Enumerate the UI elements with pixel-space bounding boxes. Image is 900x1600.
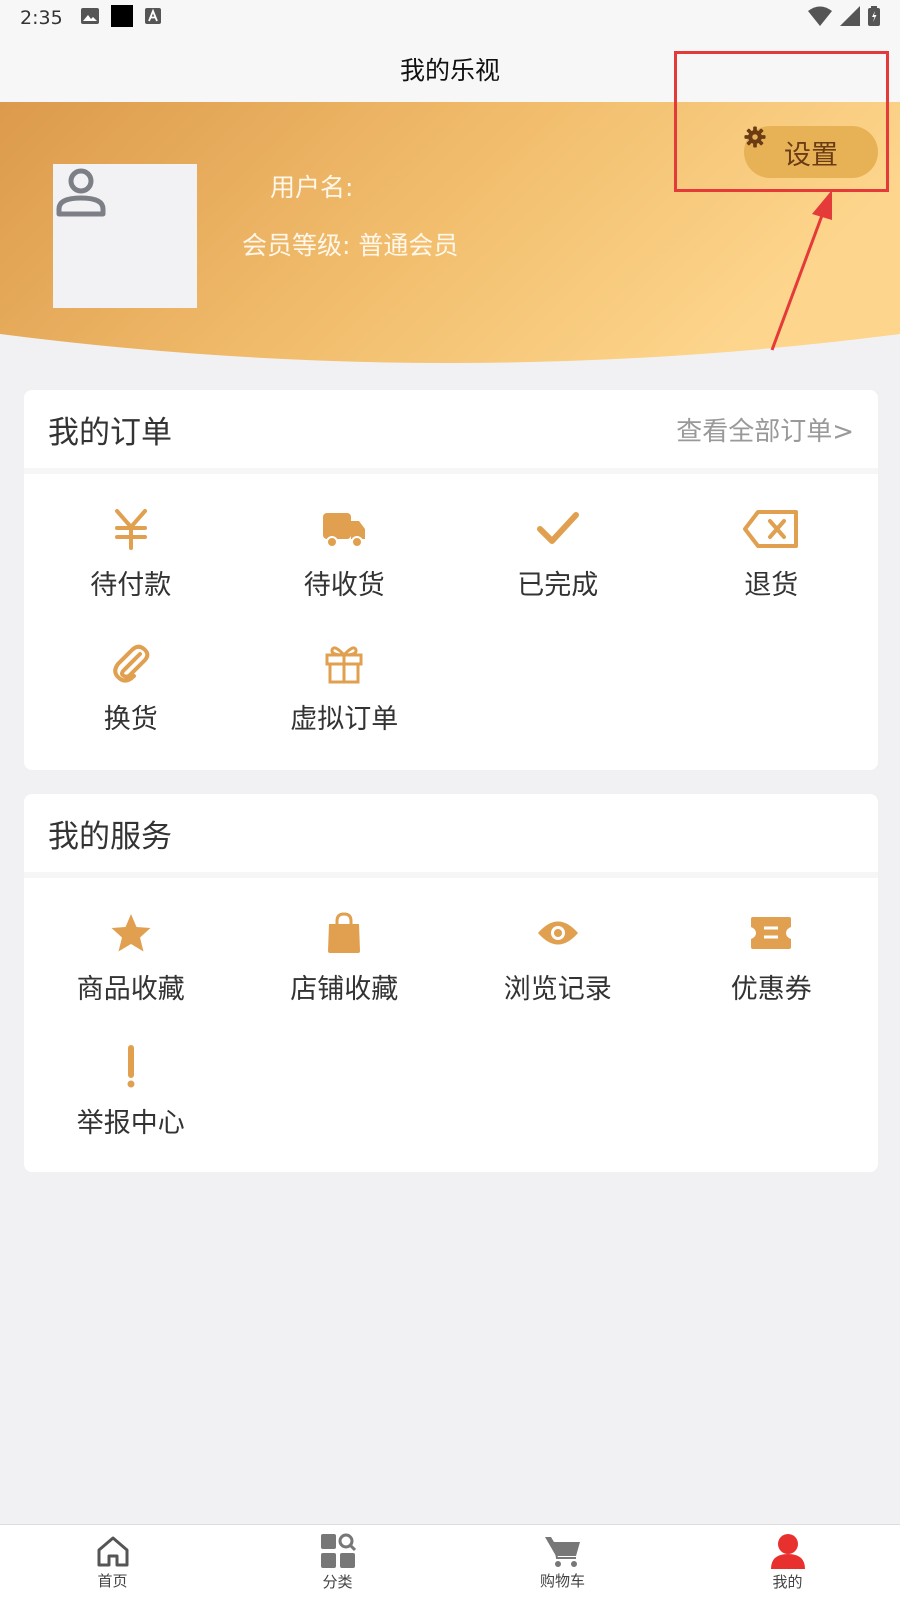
page-title: 我的乐视 — [399, 56, 500, 85]
signal-icon — [840, 6, 860, 30]
grid-label: 待收货 — [303, 569, 385, 601]
category-icon — [320, 1533, 356, 1568]
username-label: 用户名: — [270, 173, 354, 202]
highlight-box — [674, 51, 889, 192]
eye-icon — [537, 921, 578, 944]
paperclip-icon — [113, 644, 149, 683]
exclamation-icon — [127, 1044, 135, 1087]
grid-label: 虚拟订单 — [290, 703, 399, 735]
services-header: 我的服务 — [24, 794, 878, 878]
yen-icon — [114, 508, 147, 550]
services-card: 我的服务 商品收藏 店铺收藏 浏览记录 优惠券 举报中心 — [24, 794, 878, 1172]
service-product-favorites[interactable]: 商品收藏 — [24, 890, 238, 1024]
battery-icon — [868, 6, 880, 30]
user-icon — [770, 1534, 805, 1569]
member-level-label: 会员等级: — [242, 231, 351, 260]
order-completed[interactable]: 已完成 — [451, 486, 665, 620]
truck-icon — [323, 512, 366, 548]
star-icon — [111, 913, 151, 951]
tab-home[interactable]: 首页 — [0, 1525, 225, 1600]
order-virtual[interactable]: 虚拟订单 — [238, 620, 452, 754]
order-pending-receipt[interactable]: 待收货 — [238, 486, 452, 620]
orders-grid: 待付款 待收货 已完成 退货 换货 虚拟订单 — [24, 474, 878, 754]
tab-label: 我的 — [772, 1573, 803, 1591]
services-grid: 商品收藏 店铺收藏 浏览记录 优惠券 举报中心 — [24, 878, 878, 1158]
grid-label: 退货 — [744, 569, 799, 601]
image-notification-icon — [80, 8, 99, 28]
tab-label: 购物车 — [539, 1572, 585, 1590]
backspace-x-icon — [743, 509, 799, 548]
tab-category[interactable]: 分类 — [225, 1525, 450, 1600]
check-icon — [536, 511, 579, 544]
ticket-icon — [751, 916, 792, 949]
orders-title: 我的订单 — [48, 414, 172, 451]
a-notification-icon — [144, 8, 161, 28]
status-time: 2:35 — [20, 7, 63, 29]
wifi-icon — [808, 6, 832, 30]
cart-icon — [544, 1537, 580, 1567]
grid-label: 换货 — [103, 703, 158, 735]
bag-icon — [328, 911, 361, 953]
tab-mine[interactable]: 我的 — [675, 1525, 900, 1600]
tab-cart[interactable]: 购物车 — [450, 1525, 675, 1600]
grid-label: 待付款 — [90, 569, 172, 601]
orders-header: 我的订单 查看全部订单> — [24, 390, 878, 474]
order-pending-payment[interactable]: 待付款 — [24, 486, 238, 620]
grid-label: 举报中心 — [76, 1107, 185, 1139]
status-bar: 2:35 — [0, 0, 900, 36]
avatar[interactable] — [53, 164, 197, 308]
grid-label: 商品收藏 — [76, 973, 185, 1005]
person-outline-icon — [56, 168, 106, 217]
bottom-tab-bar: 首页 分类 购物车 我的 — [0, 1524, 900, 1600]
gift-icon — [325, 645, 363, 683]
member-level: 会员等级: 普通会员 — [242, 226, 458, 262]
black-square-notification-icon — [110, 5, 133, 31]
service-report-center[interactable]: 举报中心 — [24, 1024, 238, 1158]
grid-label: 浏览记录 — [503, 973, 612, 1005]
orders-card: 我的订单 查看全部订单> 待付款 待收货 已完成 退货 换货 虚拟订单 — [24, 390, 878, 770]
service-coupons[interactable]: 优惠券 — [665, 890, 879, 1024]
service-store-favorites[interactable]: 店铺收藏 — [238, 890, 452, 1024]
services-title: 我的服务 — [48, 818, 172, 855]
order-return[interactable]: 退货 — [665, 486, 879, 620]
status-right — [808, 6, 880, 30]
order-exchange[interactable]: 换货 — [24, 620, 238, 754]
member-level-value: 普通会员 — [358, 231, 459, 260]
view-all-orders-link[interactable]: 查看全部订单> — [676, 411, 854, 448]
tab-label: 分类 — [322, 1573, 353, 1591]
grid-label: 店铺收藏 — [290, 973, 399, 1005]
home-icon — [97, 1536, 128, 1567]
service-browsing-history[interactable]: 浏览记录 — [451, 890, 665, 1024]
grid-label: 已完成 — [517, 569, 599, 601]
grid-label: 优惠券 — [730, 973, 812, 1005]
tab-label: 首页 — [97, 1572, 128, 1590]
